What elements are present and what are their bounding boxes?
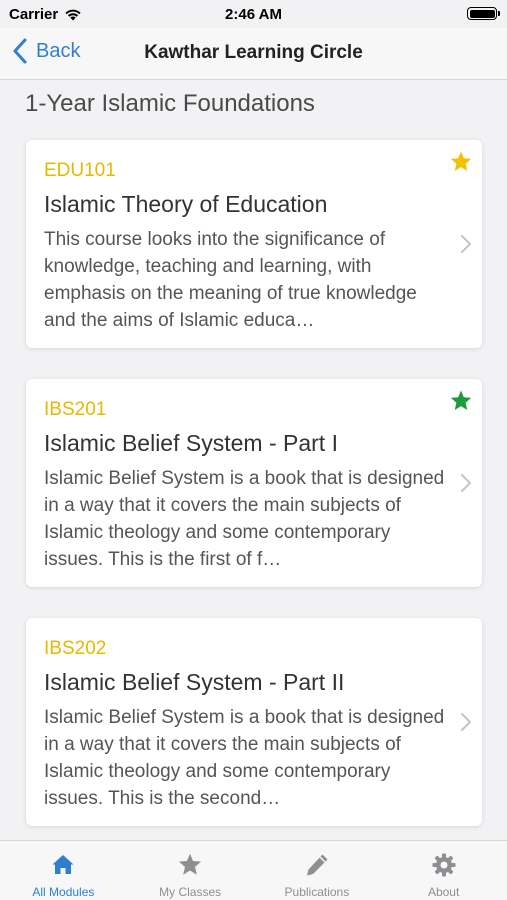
tab-label: My Classes: [159, 885, 222, 899]
course-description: Islamic Belief System is a book that is …: [44, 468, 445, 570]
status-bar: Carrier 2:46 AM: [0, 0, 507, 28]
star-icon: [179, 853, 202, 875]
chevron-right-icon: [461, 235, 471, 253]
course-code: IBS202: [44, 638, 107, 659]
navigation-bar: Back Kawthar Learning Circle: [0, 28, 507, 80]
star-icon[interactable]: [449, 389, 473, 413]
course-code: EDU101: [44, 160, 116, 181]
tab-publications[interactable]: Publications: [254, 841, 381, 900]
course-title: Islamic Theory of Education: [44, 191, 328, 217]
chevron-right-icon: [461, 713, 471, 731]
tab-all-modules[interactable]: All Modules: [0, 841, 127, 900]
course-description: This course looks into the significance …: [44, 229, 417, 331]
tab-about[interactable]: About: [380, 841, 507, 900]
tab-bar: All Modules My Classes Publications Abou…: [0, 840, 507, 900]
page-title: Kawthar Learning Circle: [144, 42, 363, 63]
section-title: 1-Year Islamic Foundations: [25, 90, 315, 117]
course-card-edu101[interactable]: EDU101 Islamic Theory of Education This …: [26, 140, 482, 348]
tab-label: Publications: [284, 885, 350, 899]
home-icon: [52, 855, 74, 874]
pencil-icon: [306, 854, 328, 876]
star-icon[interactable]: [449, 150, 473, 174]
course-title: Islamic Belief System - Part II: [44, 669, 345, 695]
course-card-ibs202[interactable]: IBS202 Islamic Belief System - Part II I…: [26, 618, 482, 826]
tab-my-classes[interactable]: My Classes: [127, 841, 254, 900]
battery-icon: [467, 7, 500, 20]
chevron-right-icon: [461, 474, 471, 492]
status-time: 2:46 AM: [225, 6, 282, 23]
course-description: Islamic Belief System is a book that is …: [44, 707, 445, 809]
course-card-ibs201[interactable]: IBS201 Islamic Belief System - Part I Is…: [26, 379, 482, 587]
course-code: IBS201: [44, 399, 107, 420]
tab-label: All Modules: [32, 885, 95, 899]
gear-icon: [432, 853, 456, 877]
course-title: Islamic Belief System - Part I: [44, 430, 338, 456]
tab-label: About: [427, 885, 460, 899]
